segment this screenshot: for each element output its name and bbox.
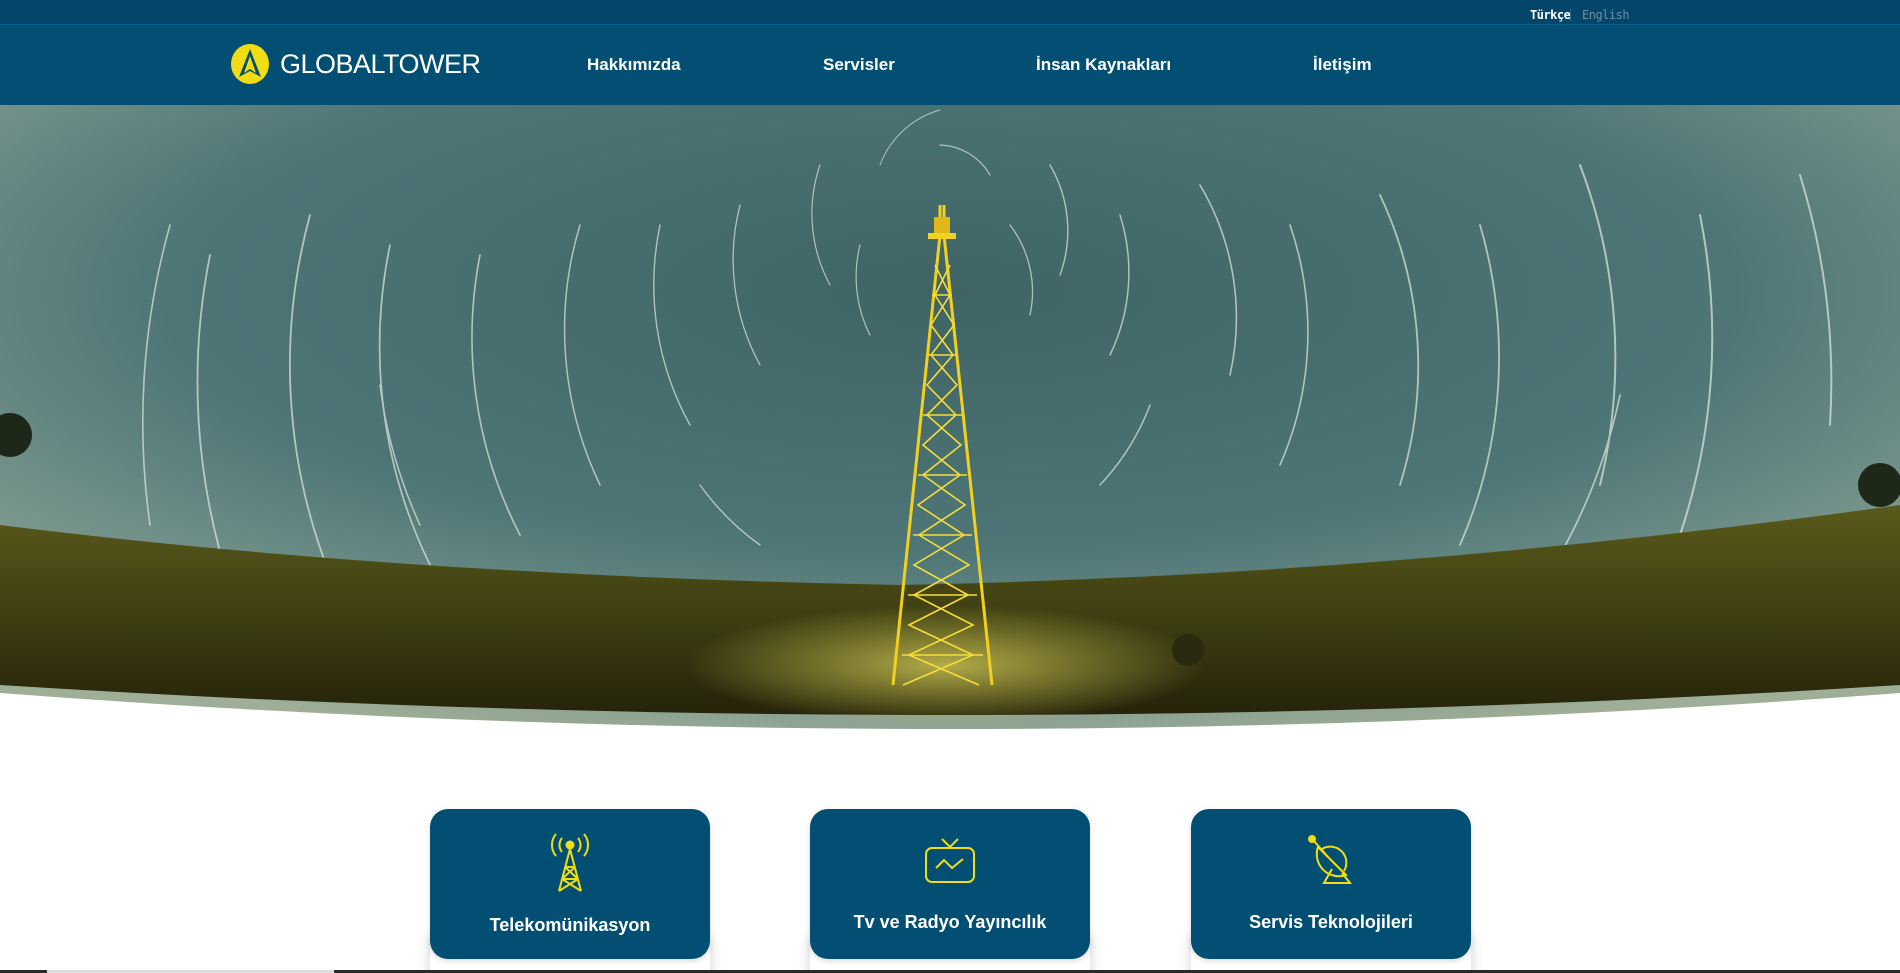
radio-tower-icon: [551, 833, 589, 892]
card-telekomunikasyon[interactable]: Telekomünikasyon: [430, 809, 710, 959]
card-label: Servis Teknolojileri: [1249, 912, 1413, 932]
language-english-link[interactable]: English: [1582, 8, 1630, 22]
globaltower-logo-icon: [231, 44, 269, 84]
language-turkish-link[interactable]: Türkçe: [1530, 8, 1571, 22]
star-trail-tower-photo: [0, 105, 1900, 730]
language-separator: [1570, 9, 1571, 21]
nav-item-insan-kaynaklari[interactable]: İnsan Kaynakları: [1036, 55, 1171, 75]
satellite-dish-icon: [1308, 835, 1353, 884]
nav-item-hakkimizda[interactable]: Hakkımızda: [587, 55, 681, 75]
card-label: Tv ve Radyo Yayıncılık: [853, 912, 1047, 932]
card-servis-teknolojileri[interactable]: Servis Teknolojileri: [1191, 809, 1471, 959]
hero-banner: [0, 105, 1900, 730]
site-header: GLOBALTOWER Hakkımızda Servisler İnsan K…: [0, 25, 1900, 105]
logo-link[interactable]: GLOBALTOWER: [230, 42, 481, 86]
tv-icon: [925, 838, 975, 883]
nav-item-servisler[interactable]: Servisler: [823, 55, 895, 75]
language-bar: Türkçe English: [0, 0, 1900, 25]
nav-item-iletisim[interactable]: İletişim: [1313, 55, 1372, 75]
card-tv-radyo-yayincilik[interactable]: Tv ve Radyo Yayıncılık: [810, 809, 1090, 959]
logo-text: GLOBALTOWER: [280, 48, 481, 79]
card-label: Telekomünikasyon: [489, 915, 651, 935]
